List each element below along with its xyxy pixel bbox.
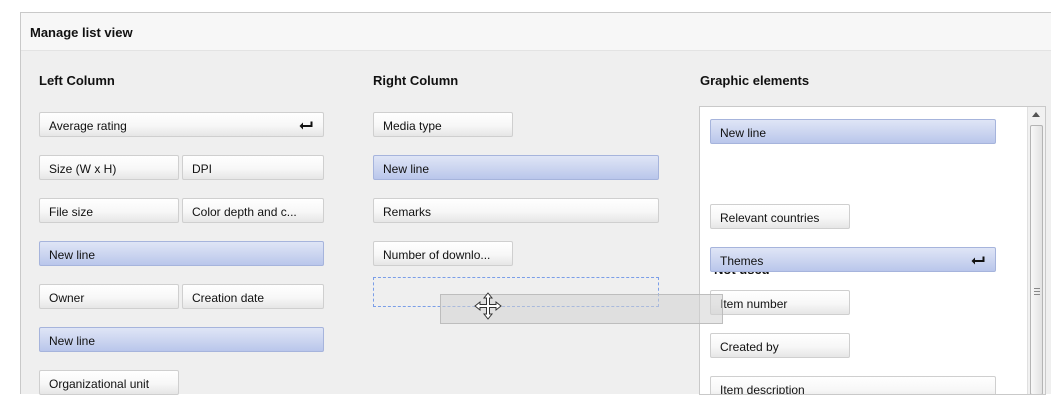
field-chip-average-rating[interactable]: Average rating [39, 112, 324, 137]
return-arrow-icon [971, 256, 985, 265]
chip-label: New line [49, 248, 96, 262]
field-chip-organizational-unit[interactable]: Organizational unit [39, 370, 179, 395]
chip-label: Item number [720, 297, 788, 311]
field-chip-media-type[interactable]: Media type [373, 112, 513, 137]
chip-label: Item description [720, 383, 805, 395]
field-chip-relevant-countries[interactable]: Relevant countries [710, 204, 850, 229]
chip-label: New line [720, 126, 767, 140]
chip-label: Organizational unit [49, 377, 150, 391]
move-cursor-icon [474, 292, 502, 320]
new-line-chip[interactable]: New line [39, 327, 324, 352]
field-chip-item-description[interactable]: Item description [710, 376, 996, 395]
chip-label: Relevant countries [720, 211, 820, 225]
graphic-elements-list[interactable]: New line Not used Relevant countries The… [699, 106, 1046, 395]
right-column-heading: Right Column [373, 73, 459, 88]
chip-label: Average rating [49, 119, 127, 133]
panel-title: Manage list view [30, 25, 133, 40]
scrollbar-grip [1034, 294, 1040, 295]
chip-label: Owner [49, 291, 85, 305]
field-chip-creation-date[interactable]: Creation date [182, 284, 324, 309]
scroll-up-arrow-icon[interactable] [1027, 107, 1045, 123]
field-chip-number-of-downloads[interactable]: Number of downlo... [373, 241, 513, 266]
chip-label: Number of downlo... [383, 248, 491, 262]
new-line-chip[interactable]: New line [710, 119, 996, 144]
manage-list-view-panel: Manage list view Left Column Right Colum… [20, 12, 1051, 395]
chip-label: Color depth and c... [192, 205, 297, 219]
chip-label: Size (W x H) [49, 162, 117, 176]
field-chip-themes[interactable]: Themes [710, 247, 996, 272]
return-arrow-icon [299, 121, 313, 130]
field-chip-dpi[interactable]: DPI [182, 155, 324, 180]
new-line-chip[interactable]: New line [373, 155, 659, 180]
chip-label: DPI [192, 162, 213, 176]
field-chip-created-by[interactable]: Created by [710, 333, 850, 358]
field-chip-owner[interactable]: Owner [39, 284, 179, 309]
left-column-heading: Left Column [39, 73, 115, 88]
scrollbar-grip [1034, 291, 1040, 292]
chip-label: New line [383, 162, 430, 176]
panel-header: Manage list view [21, 13, 1051, 51]
field-chip-file-size[interactable]: File size [39, 198, 179, 223]
chip-label: File size [49, 205, 94, 219]
field-chip-remarks[interactable]: Remarks [373, 198, 659, 223]
chip-label: Remarks [383, 205, 432, 219]
chip-label: Themes [720, 254, 764, 268]
field-chip-size[interactable]: Size (W x H) [39, 155, 179, 180]
field-chip-item-number[interactable]: Item number [710, 290, 850, 315]
chip-label: New line [49, 334, 96, 348]
chip-label: Created by [720, 340, 779, 354]
new-line-chip[interactable]: New line [39, 241, 324, 266]
field-chip-color-depth[interactable]: Color depth and c... [182, 198, 324, 223]
graphic-elements-heading: Graphic elements [700, 73, 810, 88]
chip-label: Media type [383, 119, 442, 133]
scrollbar-thumb[interactable] [1030, 125, 1043, 394]
vertical-scrollbar[interactable] [1027, 107, 1045, 394]
scrollbar-grip [1034, 288, 1040, 289]
chip-label: Creation date [192, 291, 265, 305]
